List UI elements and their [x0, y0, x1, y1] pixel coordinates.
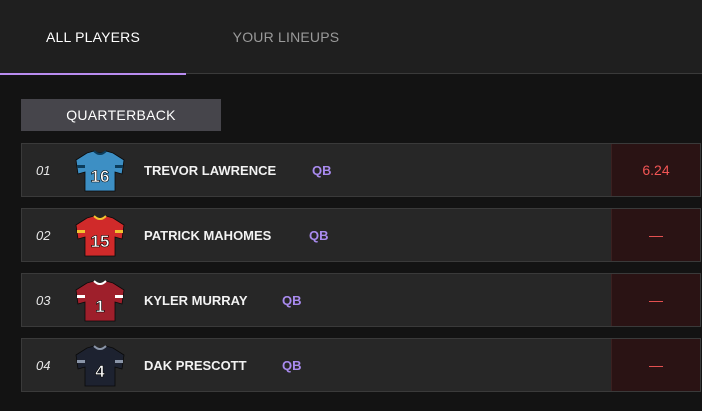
- player-rank: 03: [36, 292, 51, 308]
- player-row[interactable]: 04 4 DAK PRESCOTT QB —: [21, 338, 701, 392]
- jersey-number: 1: [95, 297, 104, 316]
- player-row[interactable]: 02 15 PATRICK MAHOMES QB —: [21, 208, 701, 262]
- player-position: QB: [312, 162, 332, 178]
- jersey-collar: [93, 215, 107, 220]
- jersey-icon: 15: [75, 215, 125, 257]
- player-position: QB: [282, 357, 302, 373]
- player-rank: 01: [36, 162, 51, 178]
- player-score: —: [611, 209, 700, 261]
- player-score: —: [611, 274, 700, 326]
- jersey-sleeve-stripe-left: [77, 230, 85, 233]
- player-row[interactable]: 03 1 KYLER MURRAY QB —: [21, 273, 701, 327]
- player-rank: 02: [36, 227, 51, 243]
- player-score: 6.24: [611, 144, 700, 196]
- player-position: QB: [282, 292, 302, 308]
- jersey-sleeve-stripe-right: [115, 360, 123, 363]
- tab-all-players[interactable]: ALL PLAYERS: [0, 0, 186, 75]
- jersey-number: 15: [91, 232, 110, 251]
- player-list-panel: QUARTERBACK 01 16 TREVOR LAWRENCE QB 6.2…: [0, 75, 702, 411]
- jersey-sleeve-stripe-left: [77, 360, 85, 363]
- jersey-icon: 16: [75, 150, 125, 192]
- player-name: DAK PRESCOTT: [144, 357, 247, 373]
- jersey-number: 16: [91, 167, 110, 186]
- jersey-collar: [93, 150, 107, 155]
- jersey-sleeve-stripe-left: [77, 295, 85, 298]
- player-rank: 04: [36, 357, 51, 373]
- jersey-sleeve-stripe-right: [115, 165, 123, 168]
- jersey-icon: 4: [75, 345, 125, 387]
- player-name: KYLER MURRAY: [144, 292, 248, 308]
- player-position: QB: [309, 227, 329, 243]
- section-header-quarterback[interactable]: QUARTERBACK: [21, 99, 221, 131]
- jersey-collar: [93, 280, 107, 285]
- tab-bar: ALL PLAYERS YOUR LINEUPS: [0, 0, 702, 75]
- player-name: TREVOR LAWRENCE: [144, 162, 277, 178]
- player-row[interactable]: 01 16 TREVOR LAWRENCE QB 6.24: [21, 143, 701, 197]
- jersey-sleeve-stripe-right: [115, 230, 123, 233]
- tab-your-lineups[interactable]: YOUR LINEUPS: [186, 0, 386, 74]
- jersey-number: 4: [95, 362, 105, 381]
- jersey-collar: [93, 345, 107, 350]
- jersey-sleeve-stripe-left: [77, 165, 85, 168]
- player-name: PATRICK MAHOMES: [144, 227, 272, 243]
- player-score: —: [611, 339, 700, 391]
- jersey-sleeve-stripe-right: [115, 295, 123, 298]
- jersey-icon: 1: [75, 280, 125, 322]
